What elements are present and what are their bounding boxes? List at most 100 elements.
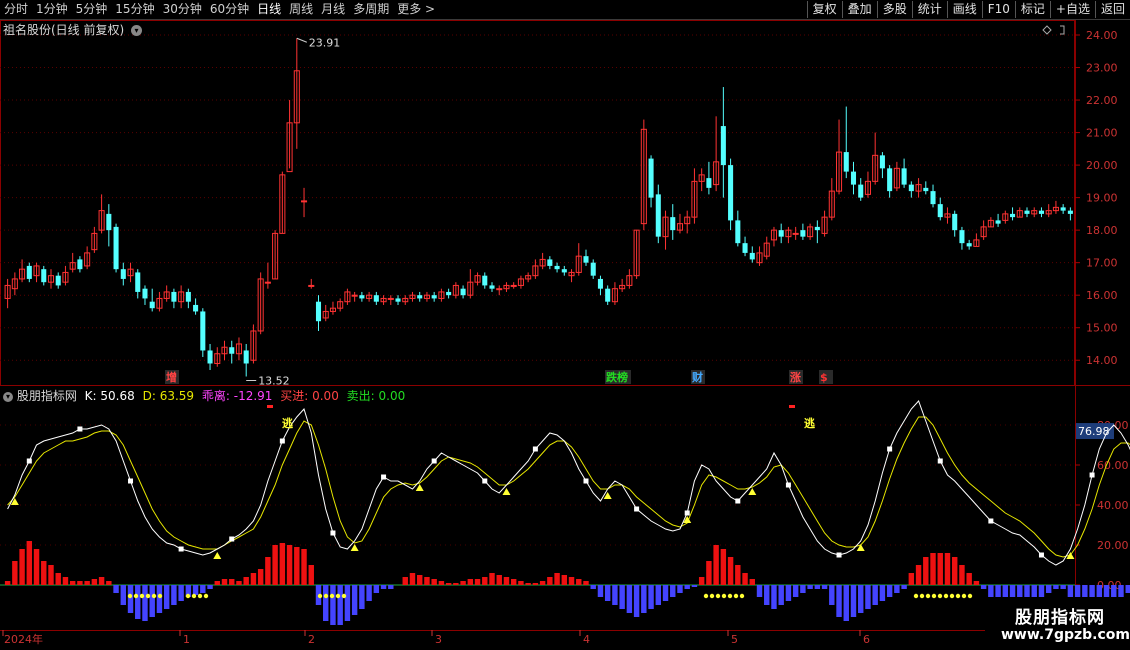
price-axis-label: 24.00 [1086,29,1118,42]
candle-body [510,284,517,287]
candle-body [706,178,712,188]
candle-body [742,243,748,253]
negative-bar [163,585,170,609]
negative-bar [1067,585,1074,597]
negative-bar [843,585,849,621]
indicator-header: ▾ 股朋指标网 K: 50.68 D: 63.59 乖离: -12.91 买进:… [3,387,405,404]
positive-bar [554,573,560,585]
low-price-label: 13.52 [258,374,290,387]
month-label: 4 [583,633,590,646]
candle-body [315,301,322,322]
positive-bar [41,561,47,585]
negative-bar [670,585,676,597]
negative-bar [792,585,799,597]
signal-dot [931,593,937,599]
indicator-name[interactable]: 股朋指标网 [17,389,77,403]
candle-body [431,295,437,299]
negative-bar [156,585,163,613]
candle-body [554,265,560,270]
k-point-marker [381,474,387,480]
signal-dot [127,593,133,599]
positive-bar [77,581,83,585]
negative-bar [149,585,155,617]
signal-dot [739,593,745,599]
positive-bar [19,549,25,585]
negative-bar [648,585,654,609]
negative-bar [323,585,329,621]
candle-body [655,194,661,237]
candle-body [496,288,503,291]
negative-bar [807,585,813,589]
candle-body [417,295,423,299]
negative-bar [207,585,213,589]
signal-dot [185,593,191,599]
positive-bar [221,579,228,585]
positive-bar [62,577,69,585]
signal-dot [721,593,727,599]
positive-bar [568,577,575,585]
k-point-marker [583,478,589,484]
signal-dot [967,593,973,599]
k-point-marker [431,458,437,464]
positive-bar [48,565,54,585]
signal-dot [157,593,163,599]
chart-canvas[interactable]: 24.00 23.00 22.00 21.00 20.00 19.00 18.00 17.00… [0,0,1130,650]
positive-bar [959,565,965,585]
signal-dot [715,593,721,599]
negative-bar [662,585,669,601]
positive-bar [91,579,98,585]
negative-bar [142,585,148,621]
negative-bar [597,585,604,597]
candle-body [843,152,849,172]
negative-bar [113,585,119,593]
sell-value: 卖出: 0.00 [346,389,406,403]
candle-body [1024,210,1030,214]
month-label: 3 [435,633,442,646]
candle-body [966,243,972,247]
escape-label: 逃 [282,416,294,430]
signal-dot [133,593,139,599]
positive-bar [438,581,445,585]
main-chart-title: 祖名股份(日线 前复权) ▾ [3,21,143,38]
negative-bar [337,585,343,625]
candle-body [395,298,401,302]
chevron-down-icon[interactable]: ▾ [131,25,143,36]
positive-bar [214,581,220,585]
negative-bar [604,585,611,601]
month-label: 6 [863,633,870,646]
signal-dot [733,593,739,599]
positive-bar [713,545,719,585]
bracket-icon [1060,25,1065,35]
signal-dot [329,593,335,599]
negative-bar [633,585,640,617]
indicator-collapse-icon[interactable]: ▾ [3,391,13,402]
signal-dot [919,593,925,599]
candle-body [460,288,466,296]
negative-bar [785,585,792,601]
positive-bar [460,581,466,585]
d-line [7,416,1130,558]
negative-bar [1118,585,1124,597]
positive-bar [424,577,430,585]
negative-bar [764,585,770,605]
k-point-marker [937,458,943,464]
d-value: D: 63.59 [142,389,195,403]
k-point-marker [128,478,134,484]
positive-bar [489,573,495,585]
candle-body [308,284,315,287]
candle-body [446,291,452,296]
negative-bar [619,585,625,609]
k-point-marker [229,536,235,542]
positive-bar [698,577,705,585]
negative-bar [1053,585,1059,589]
signal-dot [943,593,949,599]
positive-bar [229,579,235,585]
positive-bar [496,575,502,585]
signal-dot [727,593,733,599]
positive-bar [735,565,741,585]
negative-bar [1103,585,1110,597]
signal-dot [913,593,919,599]
positive-bar [525,583,531,585]
signal-dot [317,593,323,599]
candle-body [482,275,488,286]
